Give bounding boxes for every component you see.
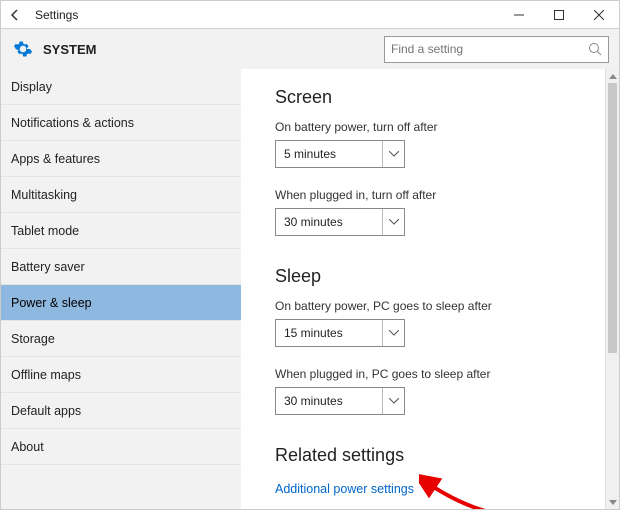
scrollbar-thumb[interactable] — [608, 83, 617, 353]
content-pane: Screen On battery power, turn off after … — [241, 69, 605, 509]
vertical-scrollbar[interactable] — [605, 69, 619, 509]
sleep-battery-value: 15 minutes — [284, 326, 382, 340]
sleep-plugged-value: 30 minutes — [284, 394, 382, 408]
gear-icon — [13, 39, 33, 59]
titlebar: Settings — [1, 1, 619, 29]
scroll-up-arrow-icon[interactable] — [606, 69, 619, 83]
sidebar-item-storage[interactable]: Storage — [1, 321, 241, 357]
annotation-arrow — [419, 474, 499, 509]
search-box[interactable] — [384, 36, 609, 63]
sleep-plugged-label: When plugged in, PC goes to sleep after — [275, 367, 583, 381]
sleep-battery-dropdown[interactable]: 15 minutes — [275, 319, 405, 347]
chevron-down-icon — [382, 141, 399, 167]
chevron-down-icon — [382, 320, 399, 346]
chevron-down-icon — [382, 209, 399, 235]
screen-battery-value: 5 minutes — [284, 147, 382, 161]
sidebar-item-about[interactable]: About — [1, 429, 241, 465]
window-controls — [499, 1, 619, 29]
search-input[interactable] — [391, 42, 588, 56]
sidebar-item-power-sleep[interactable]: Power & sleep — [1, 285, 241, 321]
sidebar-item-default-apps[interactable]: Default apps — [1, 393, 241, 429]
settings-window: Settings SYSTEM Display Notifications & … — [0, 0, 620, 510]
back-button[interactable] — [1, 1, 29, 29]
screen-heading: Screen — [275, 87, 583, 108]
sleep-battery-label: On battery power, PC goes to sleep after — [275, 299, 583, 313]
sidebar-item-battery[interactable]: Battery saver — [1, 249, 241, 285]
sidebar-item-display[interactable]: Display — [1, 69, 241, 105]
sleep-plugged-dropdown[interactable]: 30 minutes — [275, 387, 405, 415]
scroll-down-arrow-icon[interactable] — [606, 495, 619, 509]
sidebar-item-apps[interactable]: Apps & features — [1, 141, 241, 177]
sidebar: Display Notifications & actions Apps & f… — [1, 69, 241, 509]
screen-plugged-value: 30 minutes — [284, 215, 382, 229]
sidebar-item-multitasking[interactable]: Multitasking — [1, 177, 241, 213]
screen-plugged-dropdown[interactable]: 30 minutes — [275, 208, 405, 236]
close-button[interactable] — [579, 1, 619, 29]
maximize-button[interactable] — [539, 1, 579, 29]
sidebar-item-tablet[interactable]: Tablet mode — [1, 213, 241, 249]
window-title: Settings — [35, 8, 499, 22]
system-label: SYSTEM — [43, 42, 384, 57]
chevron-down-icon — [382, 388, 399, 414]
header-bar: SYSTEM — [1, 29, 619, 69]
related-heading: Related settings — [275, 445, 583, 466]
screen-battery-dropdown[interactable]: 5 minutes — [275, 140, 405, 168]
sidebar-item-offline-maps[interactable]: Offline maps — [1, 357, 241, 393]
search-icon — [588, 42, 602, 56]
minimize-button[interactable] — [499, 1, 539, 29]
screen-battery-label: On battery power, turn off after — [275, 120, 583, 134]
body: Display Notifications & actions Apps & f… — [1, 69, 619, 509]
screen-plugged-label: When plugged in, turn off after — [275, 188, 583, 202]
content-wrap: Screen On battery power, turn off after … — [241, 69, 619, 509]
sidebar-item-notifications[interactable]: Notifications & actions — [1, 105, 241, 141]
sleep-heading: Sleep — [275, 266, 583, 287]
additional-power-settings-link[interactable]: Additional power settings — [275, 482, 414, 496]
